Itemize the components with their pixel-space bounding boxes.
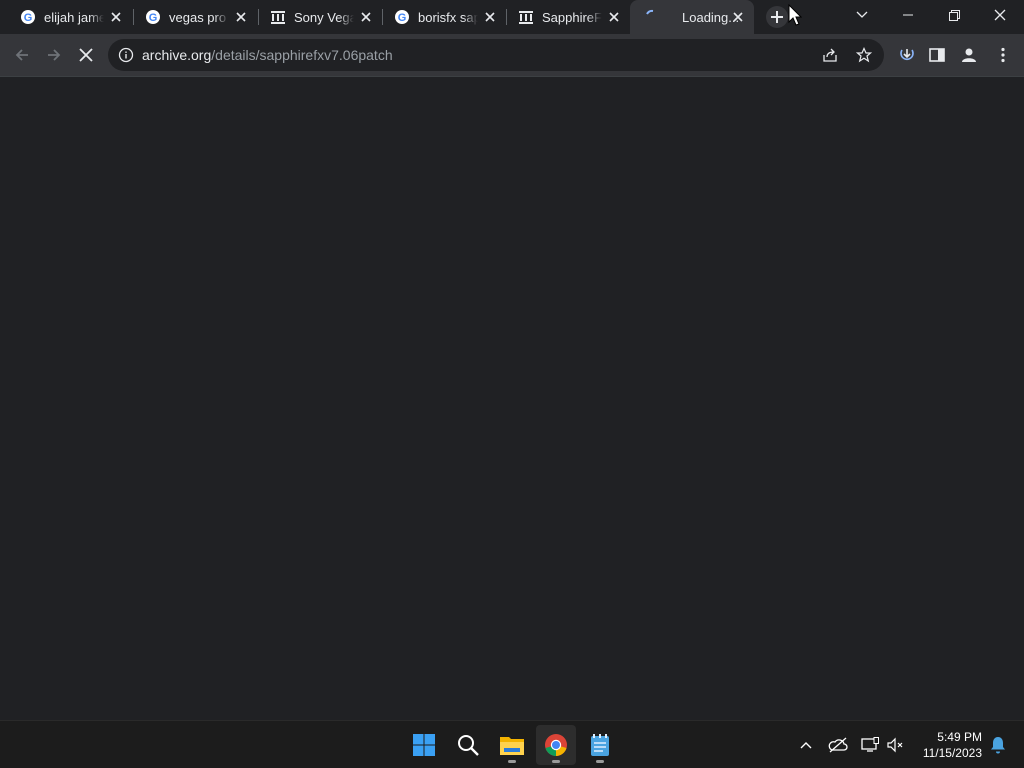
forward-button[interactable]: [40, 41, 68, 69]
clock-date: 11/15/2023: [922, 746, 982, 760]
system-clock[interactable]: 5:49 PM 11/15/2023: [923, 729, 982, 761]
tab-3[interactable]: Sony Vegas: [250, 0, 382, 34]
tab-2[interactable]: G vegas pro 1: [125, 0, 257, 34]
tab-title: Sony Vegas: [294, 9, 354, 25]
tab-4[interactable]: G borisfx sapp: [374, 0, 506, 34]
restore-icon: [948, 9, 960, 21]
close-tab-icon[interactable]: [358, 9, 374, 25]
search-icon: [458, 735, 479, 756]
browser-window: G elijah james G vegas pro 1 Sony Vegas: [0, 0, 1024, 720]
downloads-icon[interactable]: [894, 42, 920, 68]
loading-spinner-icon: [644, 9, 660, 25]
plus-icon: [771, 11, 783, 23]
tab-title: borisfx sapp: [418, 9, 478, 25]
url-path: /details/sapphirefxv7.06patch: [211, 47, 393, 63]
stop-icon: [79, 48, 93, 62]
close-window-button[interactable]: [978, 0, 1022, 30]
tab-1[interactable]: G elijah james: [0, 0, 132, 34]
share-icon[interactable]: [822, 47, 838, 68]
back-button[interactable]: [8, 41, 36, 69]
start-icon: [413, 734, 435, 756]
file-explorer-icon: [500, 737, 524, 755]
google-icon: G: [145, 9, 161, 25]
chevron-down-icon: [856, 11, 868, 18]
tab-title: vegas pro 1: [169, 9, 229, 25]
taskbar-search-button[interactable]: [448, 725, 488, 765]
svg-text:G: G: [24, 12, 33, 24]
close-tab-icon[interactable]: [108, 9, 124, 25]
start-button[interactable]: [404, 725, 444, 765]
close-icon: [994, 9, 1006, 21]
clock-time: 5:49 PM: [937, 730, 982, 744]
notepad-icon: [591, 734, 609, 756]
menu-kebab-icon[interactable]: [990, 42, 1016, 68]
svg-text:G: G: [149, 12, 158, 24]
tab-title: SapphireFX: [542, 9, 602, 25]
close-tab-icon[interactable]: [606, 9, 622, 25]
mouse-cursor-icon: [788, 4, 802, 26]
chrome-button[interactable]: [536, 725, 576, 765]
url-host: archive.org: [142, 47, 212, 63]
new-tab-button[interactable]: [766, 6, 788, 28]
google-icon: G: [20, 9, 36, 25]
archive-icon: [518, 9, 534, 25]
bookmark-star-icon[interactable]: [855, 47, 873, 68]
page-content: [0, 78, 1024, 720]
profile-avatar-icon[interactable]: [956, 42, 982, 68]
close-tab-icon[interactable]: [482, 9, 498, 25]
svg-text:G: G: [398, 12, 407, 24]
archive-icon: [270, 9, 286, 25]
network-icon[interactable]: [858, 733, 882, 757]
tab-search-button[interactable]: [840, 0, 884, 30]
site-info-icon[interactable]: [118, 47, 134, 68]
restore-button[interactable]: [932, 0, 976, 30]
volume-muted-icon[interactable]: [884, 733, 908, 757]
running-indicator: [508, 760, 516, 763]
side-panel-icon[interactable]: [924, 42, 950, 68]
notification-bell-icon[interactable]: [986, 733, 1010, 757]
running-indicator: [596, 760, 604, 763]
address-bar[interactable]: archive.org/details/sapphirefxv7.06patch: [108, 39, 884, 71]
back-arrow-icon: [15, 49, 28, 61]
notepad-button[interactable]: [580, 725, 620, 765]
tab-strip: G elijah james G vegas pro 1 Sony Vegas: [0, 0, 1024, 34]
close-tab-icon[interactable]: [233, 9, 249, 25]
file-explorer-button[interactable]: [492, 725, 532, 765]
tab-5[interactable]: SapphireFX: [498, 0, 630, 34]
stop-loading-button[interactable]: [72, 41, 100, 69]
tab-title: elijah james: [44, 9, 104, 25]
tab-6-active[interactable]: Loading...: [630, 0, 754, 34]
onedrive-icon[interactable]: [826, 733, 850, 757]
running-indicator: [552, 760, 560, 763]
forward-arrow-icon: [48, 49, 61, 61]
chrome-icon: [545, 734, 567, 756]
minimize-icon: [903, 14, 913, 16]
close-tab-icon[interactable]: [730, 9, 746, 25]
toolbar: archive.org/details/sapphirefxv7.06patch: [0, 34, 1024, 77]
url-text[interactable]: archive.org/details/sapphirefxv7.06patch: [142, 47, 393, 63]
google-icon: G: [394, 9, 410, 25]
taskbar: 5:49 PM 11/15/2023: [0, 720, 1024, 768]
minimize-button[interactable]: [886, 0, 930, 30]
show-hidden-icons-chevron-up-icon[interactable]: [794, 733, 818, 757]
